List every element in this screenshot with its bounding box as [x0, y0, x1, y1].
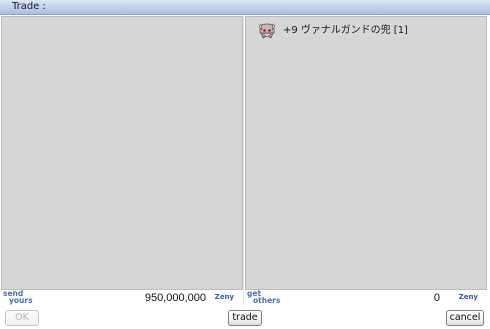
cancel-button[interactable]: cancel [446, 310, 484, 326]
get-others-label: get others [247, 290, 281, 305]
trade-button[interactable]: trade [228, 310, 262, 326]
partner-zeny-amount: 0 [433, 292, 440, 304]
my-zeny-currency: Zeny [214, 293, 234, 301]
yours-label: yours [9, 296, 33, 305]
ok-button[interactable]: OK [5, 310, 39, 326]
window-title: Trade : [12, 1, 46, 12]
my-zeny-row: send yours 950,000,000 Zeny [1, 290, 242, 306]
trade-item-name: +9 ヴァナルガンドの兜 [1] [283, 25, 408, 36]
partner-zeny-currency: Zeny [458, 293, 478, 301]
trade-window: Trade : +9 ヴァナルガンドの兜 [1] send yours 950,… [0, 0, 490, 329]
my-zeny-amount[interactable]: 950,000,000 [86, 291, 206, 305]
others-label: others [253, 296, 281, 305]
my-offer-pane[interactable] [1, 16, 243, 290]
partner-zeny-row: get others 0 Zeny [245, 290, 486, 306]
title-bar[interactable]: Trade : [0, 0, 490, 15]
partner-offer-pane: +9 ヴァナルガンドの兜 [1] [245, 16, 487, 290]
trade-item[interactable]: +9 ヴァナルガンドの兜 [1] [257, 21, 408, 41]
send-yours-label: send yours [3, 290, 33, 305]
helmet-icon [258, 23, 276, 39]
pane-divider [243, 16, 244, 306]
